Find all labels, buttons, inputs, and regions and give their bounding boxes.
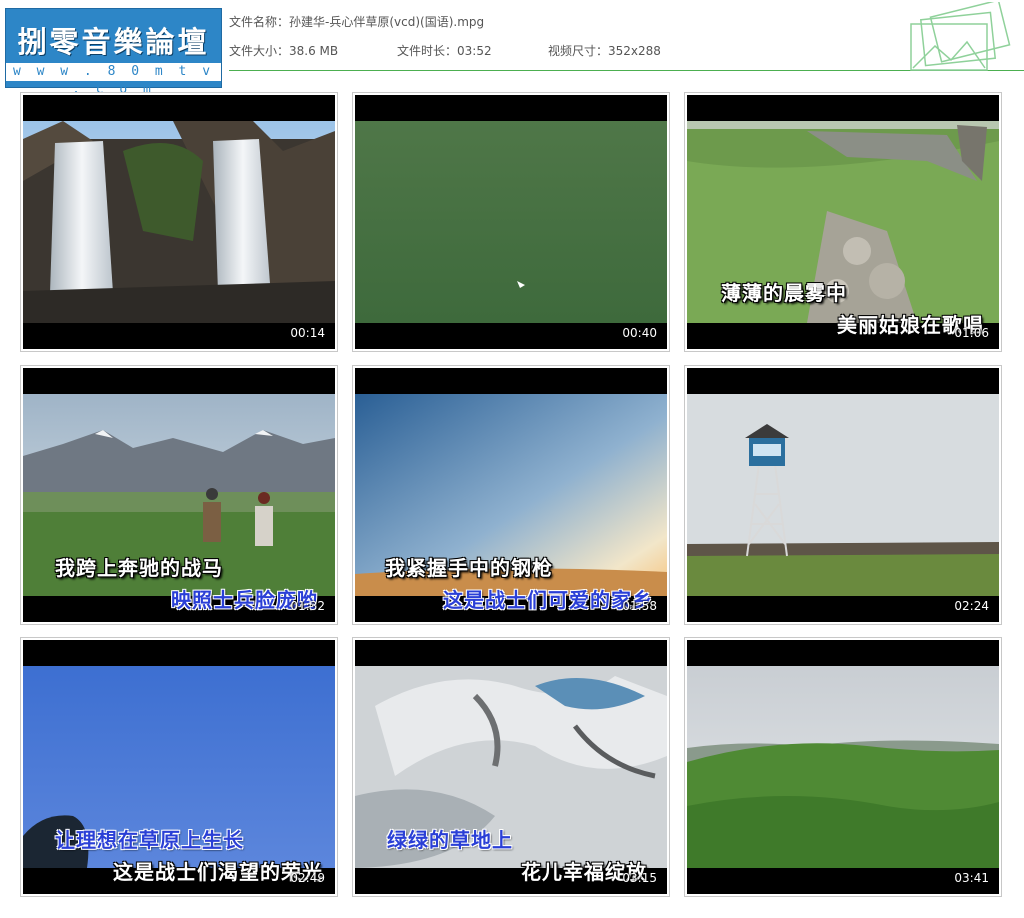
photo-stack-icon (910, 2, 1011, 71)
thumbnail-9[interactable]: 03:41 (684, 637, 1002, 897)
lyric-line-1: 我跨上奔驰的战马 (55, 556, 223, 580)
video-dimension-label: 视频尺寸： (548, 44, 609, 58)
file-duration-row: 文件时长：03:52 (397, 42, 492, 59)
timestamp: 00:40 (622, 326, 657, 340)
video-frame: 00:40 (355, 95, 667, 349)
video-frame: 绿绿的草地上 花儿幸福绽放 03:15 (355, 640, 667, 894)
lyric-line-1: 让理想在草原上生长 (55, 828, 244, 852)
timestamp: 02:24 (954, 599, 989, 613)
lyric-line-1: 薄薄的晨雾中 (721, 281, 847, 305)
timestamp: 01:58 (622, 599, 657, 613)
video-frame: 00:14 (23, 95, 335, 349)
file-size-value: 38.6 MB (289, 44, 339, 58)
video-frame: 薄薄的晨雾中 美丽姑娘在歌唱 01:06 (687, 95, 999, 349)
video-frame: 03:41 (687, 640, 999, 894)
timestamp: 03:41 (954, 871, 989, 885)
thumbnail-2[interactable]: 00:40 (352, 92, 670, 352)
grassland-scene (355, 121, 667, 323)
file-name-value: 孙建华-兵心伴草原(vcd)(国语).mpg (289, 15, 485, 29)
file-name-label: 文件名称： (229, 15, 290, 29)
thumbnail-3[interactable]: 薄薄的晨雾中 美丽姑娘在歌唱 01:06 (684, 92, 1002, 352)
thumbnail-1[interactable]: 00:14 (20, 92, 338, 352)
thumbnail-7[interactable]: 让理想在草原上生长 这是战士们渴望的荣光 02:49 (20, 637, 338, 897)
video-frame: 我跨上奔驰的战马 映照士兵脸庞哟 01:32 (23, 368, 335, 622)
logo-url: w w w . 8 0 m t v . c o m (6, 63, 221, 97)
thumbnail-5[interactable]: 我紧握手中的钢枪 这是战士们可爱的家乡 01:58 (352, 365, 670, 625)
lyric-line-1: 绿绿的草地上 (387, 828, 513, 852)
timestamp: 03:15 (622, 871, 657, 885)
timestamp: 00:14 (290, 326, 325, 340)
video-frame: 让理想在草原上生长 这是战士们渴望的荣光 02:49 (23, 640, 335, 894)
header: 捌零音樂論壇 w w w . 8 0 m t v . c o m 文件名称：孙建… (0, 0, 1024, 97)
forum-logo: 捌零音樂論壇 w w w . 8 0 m t v . c o m (5, 8, 222, 97)
thumbnail-6[interactable]: 02:24 (684, 365, 1002, 625)
video-dimension-value: 352x288 (608, 44, 661, 58)
thumbnail-4[interactable]: 我跨上奔驰的战马 映照士兵脸庞哟 01:32 (20, 365, 338, 625)
logo-title: 捌零音樂論壇 (17, 25, 210, 59)
file-duration-value: 03:52 (457, 44, 492, 58)
timestamp: 01:32 (290, 599, 325, 613)
timestamp: 01:06 (954, 326, 989, 340)
lyric-line-1: 我紧握手中的钢枪 (385, 556, 553, 580)
timestamp: 02:49 (290, 871, 325, 885)
green-hills-scene (687, 666, 999, 868)
thumbnail-8[interactable]: 绿绿的草地上 花儿幸福绽放 03:15 (352, 637, 670, 897)
file-size-row: 文件大小：38.6 MB (229, 42, 338, 59)
video-dimension-row: 视频尺寸：352x288 (548, 42, 661, 59)
video-frame: 02:24 (687, 368, 999, 622)
watchtower-scene (687, 394, 999, 596)
file-duration-label: 文件时长： (397, 44, 458, 58)
video-frame: 我紧握手中的钢枪 这是战士们可爱的家乡 01:58 (355, 368, 667, 622)
file-size-label: 文件大小： (229, 44, 290, 58)
waterfall-scene (23, 121, 335, 323)
file-name-row: 文件名称：孙建华-兵心伴草原(vcd)(国语).mpg (229, 13, 484, 30)
